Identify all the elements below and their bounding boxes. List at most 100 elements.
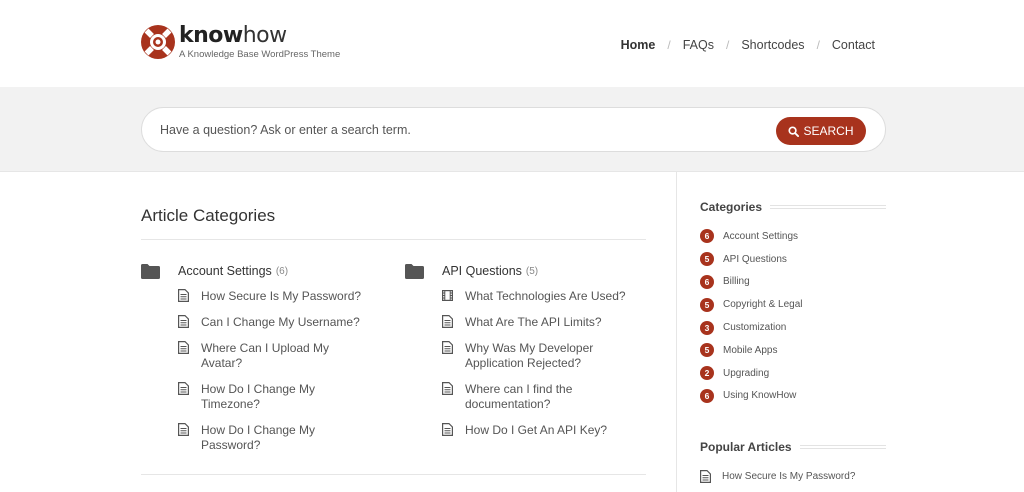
sidebar-popular-widget: Popular Articles How Secure Is My Passwo… xyxy=(700,439,886,483)
list-item: How Do I Get An API Key? xyxy=(442,423,630,438)
brand-name: knowhow xyxy=(179,24,340,48)
list-item: What Technologies Are Used? xyxy=(442,289,630,304)
divider xyxy=(141,239,646,240)
folder-icon xyxy=(405,263,424,279)
sidebar-item-mobile-apps: 5 Mobile Apps xyxy=(700,339,886,362)
search-button[interactable]: SEARCH xyxy=(776,117,866,145)
nav-item-faqs[interactable]: FAQs xyxy=(683,38,714,52)
article-list: How Secure Is My Password? Can I Change … xyxy=(178,289,366,453)
document-icon xyxy=(442,382,453,395)
count-badge: 5 xyxy=(700,297,714,312)
sidebar-heading-label: Categories xyxy=(700,200,763,214)
count-badge: 6 xyxy=(700,229,714,244)
sidebar-item-upgrading: 2 Upgrading xyxy=(700,362,886,385)
sidebar-category-link[interactable]: Account Settings xyxy=(723,231,798,242)
category-api-questions: API Questions (5) What Technologies Are … xyxy=(405,260,630,449)
document-icon xyxy=(178,315,189,328)
main-nav: Home / FAQs / Shortcodes / Contact xyxy=(621,38,875,52)
heading-rule xyxy=(799,445,886,449)
nav-item-shortcodes[interactable]: Shortcodes xyxy=(741,38,804,52)
article-link[interactable]: How Do I Change My Password? xyxy=(201,423,366,453)
document-icon xyxy=(442,423,453,436)
count-badge: 5 xyxy=(700,343,714,358)
sidebar-heading: Categories xyxy=(700,199,886,215)
sidebar-item-using-knowhow: 6 Using KnowHow xyxy=(700,385,886,408)
list-item: Where can I find the documentation? xyxy=(442,382,630,412)
sidebar-heading-label: Popular Articles xyxy=(700,440,792,454)
logo-text: knowhow A Knowledge Base WordPress Theme xyxy=(179,24,341,61)
article-link[interactable]: How Do I Get An API Key? xyxy=(465,423,630,438)
article-list: What Technologies Are Used? What Are The… xyxy=(442,289,630,438)
list-item: What Are The API Limits? xyxy=(442,315,630,330)
folder-icon xyxy=(141,263,160,279)
list-item: How Do I Change My Password? xyxy=(178,423,366,453)
sidebar-item-customization: 3 Customization xyxy=(700,316,886,339)
sidebar-category-link[interactable]: Billing xyxy=(723,276,750,287)
search-input[interactable] xyxy=(160,108,760,151)
popular-article-link[interactable]: How Secure Is My Password? xyxy=(722,471,855,482)
sidebar-category-link[interactable]: Customization xyxy=(723,322,786,333)
site-logo[interactable]: knowhow A Knowledge Base WordPress Theme xyxy=(140,24,340,60)
article-link[interactable]: What Technologies Are Used? xyxy=(465,289,630,304)
count-badge: 6 xyxy=(700,274,714,289)
category-count: (5) xyxy=(525,265,539,277)
sidebar-heading: Popular Articles xyxy=(700,439,886,455)
sidebar-category-link[interactable]: Mobile Apps xyxy=(723,345,777,356)
category-account-settings: Account Settings (6) How Secure Is My Pa… xyxy=(141,260,366,464)
article-link[interactable]: Can I Change My Username? xyxy=(201,315,366,330)
sidebar-item-billing: 6 Billing xyxy=(700,271,886,294)
count-badge: 3 xyxy=(700,320,714,335)
nav-separator: / xyxy=(725,38,730,52)
category-header: API Questions (5) xyxy=(405,260,630,282)
category-title[interactable]: Account Settings xyxy=(178,264,272,278)
article-link[interactable]: Where can I find the documentation? xyxy=(465,382,630,412)
list-item: Can I Change My Username? xyxy=(178,315,366,330)
search-band: SEARCH xyxy=(0,87,1024,172)
count-badge: 5 xyxy=(700,252,714,267)
list-item: How Do I Change My Timezone? xyxy=(178,382,366,412)
sidebar-category-list: 6 Account Settings 5 API Questions 6 Billin… xyxy=(700,225,886,407)
document-icon xyxy=(442,341,453,354)
category-header: Account Settings (6) xyxy=(141,260,366,282)
nav-separator: / xyxy=(667,38,671,52)
list-item: How Secure Is My Password? xyxy=(178,289,366,304)
nav-separator: / xyxy=(816,38,820,52)
article-link[interactable]: How Do I Change My Timezone? xyxy=(201,382,366,412)
category-count: (6) xyxy=(275,265,289,277)
site-header: knowhow A Knowledge Base WordPress Theme… xyxy=(0,0,1024,87)
nav-item-home[interactable]: Home xyxy=(621,38,656,52)
divider xyxy=(141,474,646,475)
search-button-label: SEARCH xyxy=(803,124,854,138)
article-link[interactable]: How Secure Is My Password? xyxy=(201,289,366,304)
article-link[interactable]: Why Was My Developer Application Rejecte… xyxy=(465,341,630,371)
list-item: Where Can I Upload My Avatar? xyxy=(178,341,366,371)
brand-tagline: A Knowledge Base WordPress Theme xyxy=(179,49,341,60)
document-icon xyxy=(442,315,453,328)
brand-name-light: how xyxy=(242,23,287,48)
sidebar-categories-widget: Categories 6 Account Settings 5 API Questi… xyxy=(700,199,886,407)
nav-item-contact[interactable]: Contact xyxy=(832,38,875,52)
article-link[interactable]: What Are The API Limits? xyxy=(465,315,630,330)
page-title: Article Categories xyxy=(141,206,276,225)
document-icon xyxy=(700,470,711,483)
sidebar-category-link[interactable]: API Questions xyxy=(723,254,787,265)
sidebar-divider xyxy=(676,172,677,492)
video-icon xyxy=(442,290,453,302)
sidebar-item-api-questions: 5 API Questions xyxy=(700,248,886,271)
article-link[interactable]: Where Can I Upload My Avatar? xyxy=(201,341,366,371)
document-icon xyxy=(178,423,189,436)
sidebar-category-link[interactable]: Using KnowHow xyxy=(723,390,796,401)
document-icon xyxy=(178,341,189,354)
brand-name-bold: know xyxy=(179,23,243,48)
document-icon xyxy=(178,382,189,395)
document-icon xyxy=(178,289,189,302)
lifebuoy-logo-icon xyxy=(141,25,175,59)
search-box: SEARCH xyxy=(141,107,886,152)
list-item: How Secure Is My Password? xyxy=(700,470,886,483)
sidebar-category-link[interactable]: Copyright & Legal xyxy=(723,299,803,310)
count-badge: 2 xyxy=(700,366,714,381)
category-title[interactable]: API Questions xyxy=(442,264,522,278)
sidebar-category-link[interactable]: Upgrading xyxy=(723,368,769,379)
popular-article-list: How Secure Is My Password? xyxy=(700,470,886,483)
heading-rule xyxy=(770,205,886,209)
